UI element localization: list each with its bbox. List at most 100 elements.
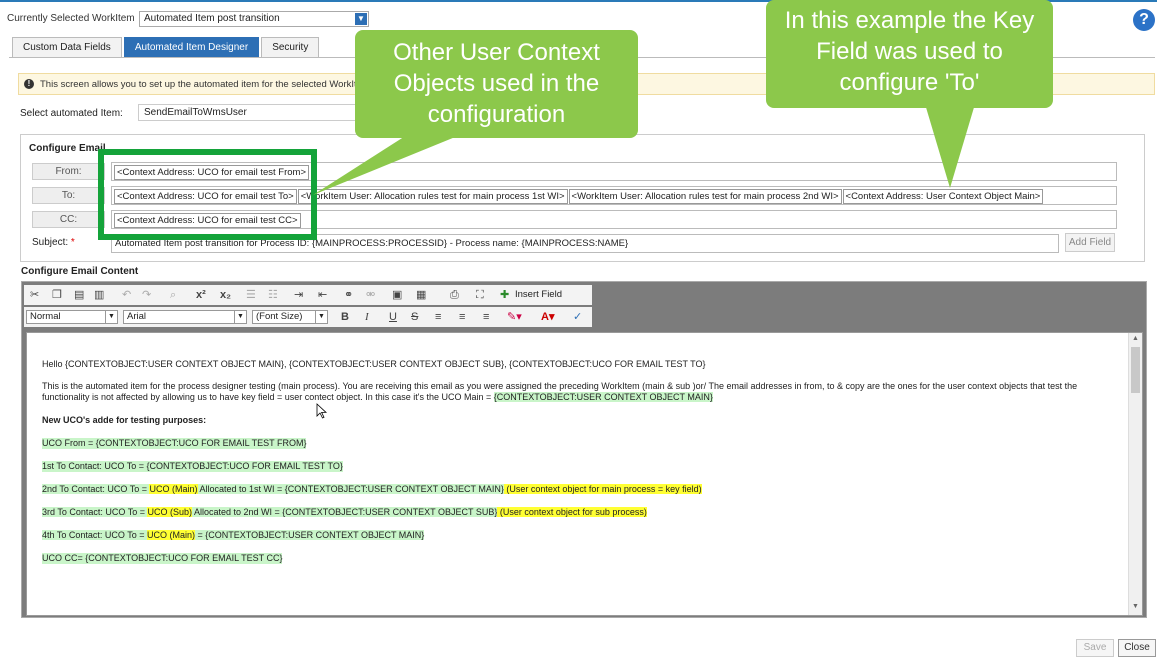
tab-security[interactable]: Security bbox=[261, 37, 320, 57]
body-to-contact-3-c: Allocated to 2nd WI = {CONTEXTOBJECT:USE… bbox=[191, 507, 498, 517]
help-icon[interactable]: ? bbox=[1133, 9, 1155, 31]
redo-icon[interactable]: ↷ bbox=[142, 288, 151, 302]
insert-field-icon[interactable]: ✚ bbox=[500, 288, 509, 302]
select-item-label: Select automated Item: bbox=[20, 108, 123, 119]
select-item-input[interactable]: SendEmailToWmsUser bbox=[138, 104, 368, 121]
chevron-down-icon: ▼ bbox=[105, 311, 117, 323]
paste-icon[interactable]: ▤ bbox=[74, 288, 84, 302]
body-to-contact-4: 4th To Contact: UCO To = UCO (Main) = {C… bbox=[42, 530, 425, 541]
paste-word-icon[interactable]: ▥ bbox=[94, 288, 104, 302]
to-chip[interactable]: <WorkItem User: Allocation rules test fo… bbox=[568, 189, 842, 204]
ordered-list-icon[interactable]: ☰ bbox=[246, 288, 256, 302]
workitem-select-value: Automated Item post transition bbox=[144, 13, 280, 24]
undo-icon[interactable]: ↶ bbox=[122, 288, 131, 302]
body-subheading: New UCO's adde for testing purposes: bbox=[42, 415, 207, 425]
workitem-label: Currently Selected WorkItem bbox=[7, 13, 135, 24]
unlink-icon[interactable]: ⚮ bbox=[366, 288, 375, 302]
mouse-cursor-icon bbox=[316, 403, 328, 419]
save-button[interactable]: Save bbox=[1076, 639, 1114, 657]
font-select[interactable]: Arial ▼ bbox=[123, 310, 247, 324]
strikethrough-icon[interactable]: S bbox=[411, 310, 418, 324]
font-size-select[interactable]: (Font Size) ▼ bbox=[252, 310, 328, 324]
indent-icon[interactable]: ⇥ bbox=[294, 288, 303, 302]
editor-document[interactable]: Hello {CONTEXTOBJECT:USER CONTEXT OBJECT… bbox=[26, 332, 1143, 616]
scroll-up-icon[interactable]: ▲ bbox=[1132, 335, 1139, 342]
chevron-down-icon[interactable]: ▼ bbox=[355, 13, 367, 25]
body-intro-line-1: This is the automated item for the proce… bbox=[42, 381, 1078, 391]
align-left-icon[interactable]: ≡ bbox=[435, 310, 441, 324]
rich-text-editor: ✂ ❐ ▤ ▥ ↶ ↷ ⌕ x² x₂ ☰ ☷ ⇥ ⇤ ⚭ ⚮ ▣ ▦ ⎙ ⛶ … bbox=[21, 281, 1147, 618]
preview-icon[interactable]: ⎙ bbox=[450, 288, 459, 302]
configure-email-title: Configure Email bbox=[29, 143, 106, 154]
to-chip[interactable]: <WorkItem User: Allocation rules test fo… bbox=[297, 189, 568, 204]
add-field-button[interactable]: Add Field bbox=[1065, 233, 1115, 252]
underline-icon[interactable]: U bbox=[389, 310, 397, 324]
body-intro-highlight: {CONTEXTOBJECT:USER CONTEXT OBJECT MAIN} bbox=[493, 392, 713, 402]
bullet-list-icon[interactable]: ☷ bbox=[268, 288, 278, 302]
chevron-down-icon: ▼ bbox=[315, 311, 327, 323]
from-button[interactable]: From: bbox=[32, 163, 105, 180]
superscript-icon[interactable]: x² bbox=[196, 288, 206, 302]
info-text: This screen allows you to set up the aut… bbox=[40, 79, 362, 90]
body-to-contact-2-d: (User context object for main process = … bbox=[503, 484, 702, 494]
highlight-color-icon[interactable]: ✎▾ bbox=[507, 310, 522, 324]
to-button[interactable]: To: bbox=[32, 187, 105, 204]
body-to-contact-3: 3rd To Contact: UCO To = UCO (Sub) Alloc… bbox=[42, 507, 647, 518]
tab-automated-item-designer[interactable]: Automated Item Designer bbox=[123, 37, 260, 57]
callout-other-ucos: Other User Context Objects used in the c… bbox=[355, 30, 638, 138]
find-replace-icon[interactable]: ⌕ bbox=[170, 288, 176, 302]
font-select-value: Arial bbox=[127, 311, 147, 322]
subject-label: Subject: * bbox=[32, 237, 75, 248]
body-to-contact-1: 1st To Contact: UCO To = {CONTEXTOBJECT:… bbox=[42, 461, 343, 472]
body-to-contact-4-c: = {CONTEXTOBJECT:USER CONTEXT OBJECT MAI… bbox=[195, 530, 425, 540]
insert-field-button[interactable]: Insert Field bbox=[515, 288, 562, 302]
required-marker: * bbox=[70, 237, 75, 248]
format-select-value: Normal bbox=[30, 311, 61, 322]
body-uco-from: UCO From = {CONTEXTOBJECT:UCO FOR EMAIL … bbox=[42, 438, 307, 449]
scrollbar-thumb[interactable] bbox=[1131, 347, 1140, 393]
body-uco-cc: UCO CC= {CONTEXTOBJECT:UCO FOR EMAIL TES… bbox=[42, 553, 283, 564]
align-center-icon[interactable]: ≡ bbox=[459, 310, 465, 324]
body-to-contact-2: 2nd To Contact: UCO To = UCO (Main) Allo… bbox=[42, 484, 702, 495]
image-icon[interactable]: ▣ bbox=[392, 288, 402, 302]
editor-toolbar-1: ✂ ❐ ▤ ▥ ↶ ↷ ⌕ x² x₂ ☰ ☷ ⇥ ⇤ ⚭ ⚮ ▣ ▦ ⎙ ⛶ … bbox=[24, 285, 592, 305]
close-button[interactable]: Close bbox=[1118, 639, 1156, 657]
workitem-select[interactable]: Automated Item post transition ▼ bbox=[139, 11, 369, 27]
subscript-icon[interactable]: x₂ bbox=[220, 288, 231, 302]
table-icon[interactable]: ▦ bbox=[416, 288, 426, 302]
fullscreen-icon[interactable]: ⛶ bbox=[476, 288, 484, 302]
body-to-contact-4-b: UCO (Main) bbox=[146, 530, 195, 540]
tab-bar: Custom Data Fields Automated Item Design… bbox=[12, 37, 321, 57]
configure-email-content-title: Configure Email Content bbox=[21, 266, 139, 277]
outdent-icon[interactable]: ⇤ bbox=[318, 288, 327, 302]
editor-scrollbar[interactable]: ▲ ▼ bbox=[1128, 333, 1142, 615]
body-intro-line-2: functionality is not affected by allowin… bbox=[42, 392, 713, 403]
copy-icon[interactable]: ❐ bbox=[52, 288, 62, 302]
link-icon[interactable]: ⚭ bbox=[344, 288, 353, 302]
body-to-contact-3-b: UCO (Sub) bbox=[147, 507, 192, 517]
to-chip[interactable]: <Context Address: User Context Object Ma… bbox=[842, 189, 1044, 204]
editor-toolbar-2: Normal ▼ Arial ▼ (Font Size) ▼ B I U S ≡ ≡ … bbox=[24, 307, 592, 327]
body-greeting: Hello {CONTEXTOBJECT:USER CONTEXT OBJECT… bbox=[42, 359, 706, 369]
body-to-contact-3-a: 3rd To Contact: UCO To = bbox=[42, 507, 148, 517]
format-select[interactable]: Normal ▼ bbox=[26, 310, 118, 324]
body-to-contact-2-c: Allocated to 1st WI = {CONTEXTOBJECT:USE… bbox=[197, 484, 504, 494]
subject-label-text: Subject: bbox=[32, 237, 69, 248]
chevron-down-icon: ▼ bbox=[234, 311, 246, 323]
body-to-contact-3-d: (User context object for sub process) bbox=[497, 507, 647, 517]
cut-icon[interactable]: ✂ bbox=[30, 288, 39, 302]
callout-key-field: In this example the Key Field was used t… bbox=[766, 0, 1053, 108]
font-size-select-value: (Font Size) bbox=[256, 311, 303, 322]
font-color-icon[interactable]: A▾ bbox=[541, 310, 554, 324]
info-icon: ! bbox=[24, 79, 34, 89]
body-to-contact-4-a: 4th To Contact: UCO To = bbox=[42, 530, 147, 540]
highlight-box bbox=[98, 149, 317, 240]
italic-icon[interactable]: I bbox=[365, 310, 369, 324]
spellcheck-icon[interactable]: ✓ bbox=[573, 310, 582, 324]
scroll-down-icon[interactable]: ▼ bbox=[1132, 603, 1139, 610]
cc-button[interactable]: CC: bbox=[32, 211, 105, 228]
bold-icon[interactable]: B bbox=[341, 310, 349, 324]
tab-custom-data-fields[interactable]: Custom Data Fields bbox=[12, 37, 122, 57]
body-to-contact-2-b: UCO (Main) bbox=[149, 484, 198, 494]
align-right-icon[interactable]: ≡ bbox=[483, 310, 489, 324]
